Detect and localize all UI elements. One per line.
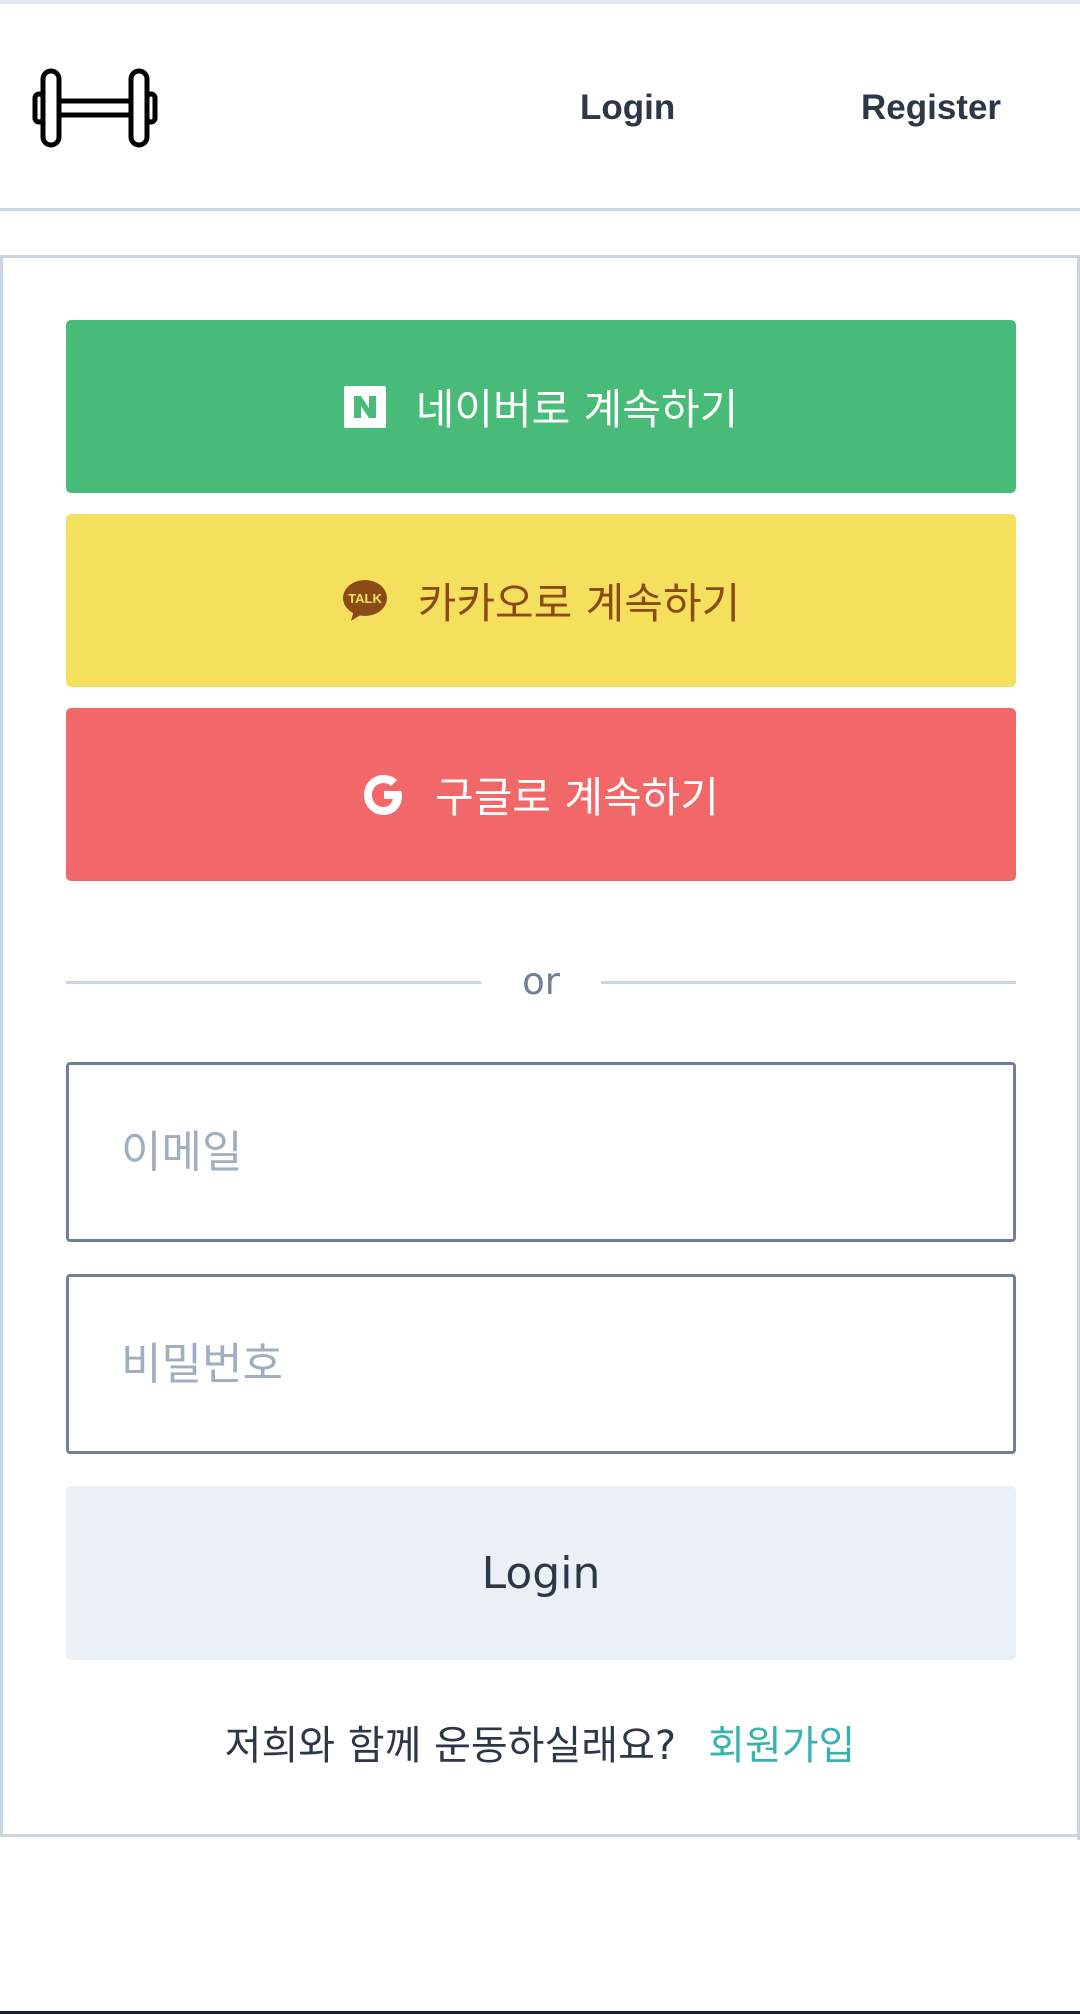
signup-link[interactable]: 회원가입	[708, 1723, 855, 1769]
divider-line-left	[66, 981, 481, 984]
divider-or-text: or	[522, 960, 560, 1003]
kakao-talk-icon-text: TALK	[348, 591, 382, 606]
nav-register-link[interactable]: Register	[861, 82, 1001, 134]
google-login-button[interactable]: 구글로 계속하기	[66, 708, 1016, 881]
password-field[interactable]	[66, 1274, 1016, 1454]
signup-prompt-text: 저희와 함께 운동하실래요?	[224, 1723, 677, 1769]
email-field[interactable]	[66, 1062, 1016, 1242]
naver-n-icon	[343, 385, 386, 428]
signup-prompt-row: 저희와 함께 운동하실래요? 회원가입	[0, 1716, 1080, 1776]
dumbbell-icon[interactable]	[32, 66, 158, 150]
naver-login-button[interactable]: 네이버로 계속하기	[66, 320, 1016, 493]
top-navbar: Login Register	[0, 4, 1080, 211]
naver-login-label: 네이버로 계속하기	[415, 385, 739, 434]
login-submit-button[interactable]: Login	[66, 1486, 1016, 1660]
google-login-label: 구글로 계속하기	[435, 773, 719, 822]
kakao-login-label: 카카오로 계속하기	[417, 579, 741, 628]
kakao-login-button[interactable]: TALK 카카오로 계속하기	[66, 514, 1016, 687]
divider-line-right	[601, 981, 1016, 984]
google-g-icon	[363, 773, 405, 817]
kakao-talk-icon: TALK	[342, 579, 388, 623]
nav-login-link[interactable]: Login	[580, 82, 675, 134]
